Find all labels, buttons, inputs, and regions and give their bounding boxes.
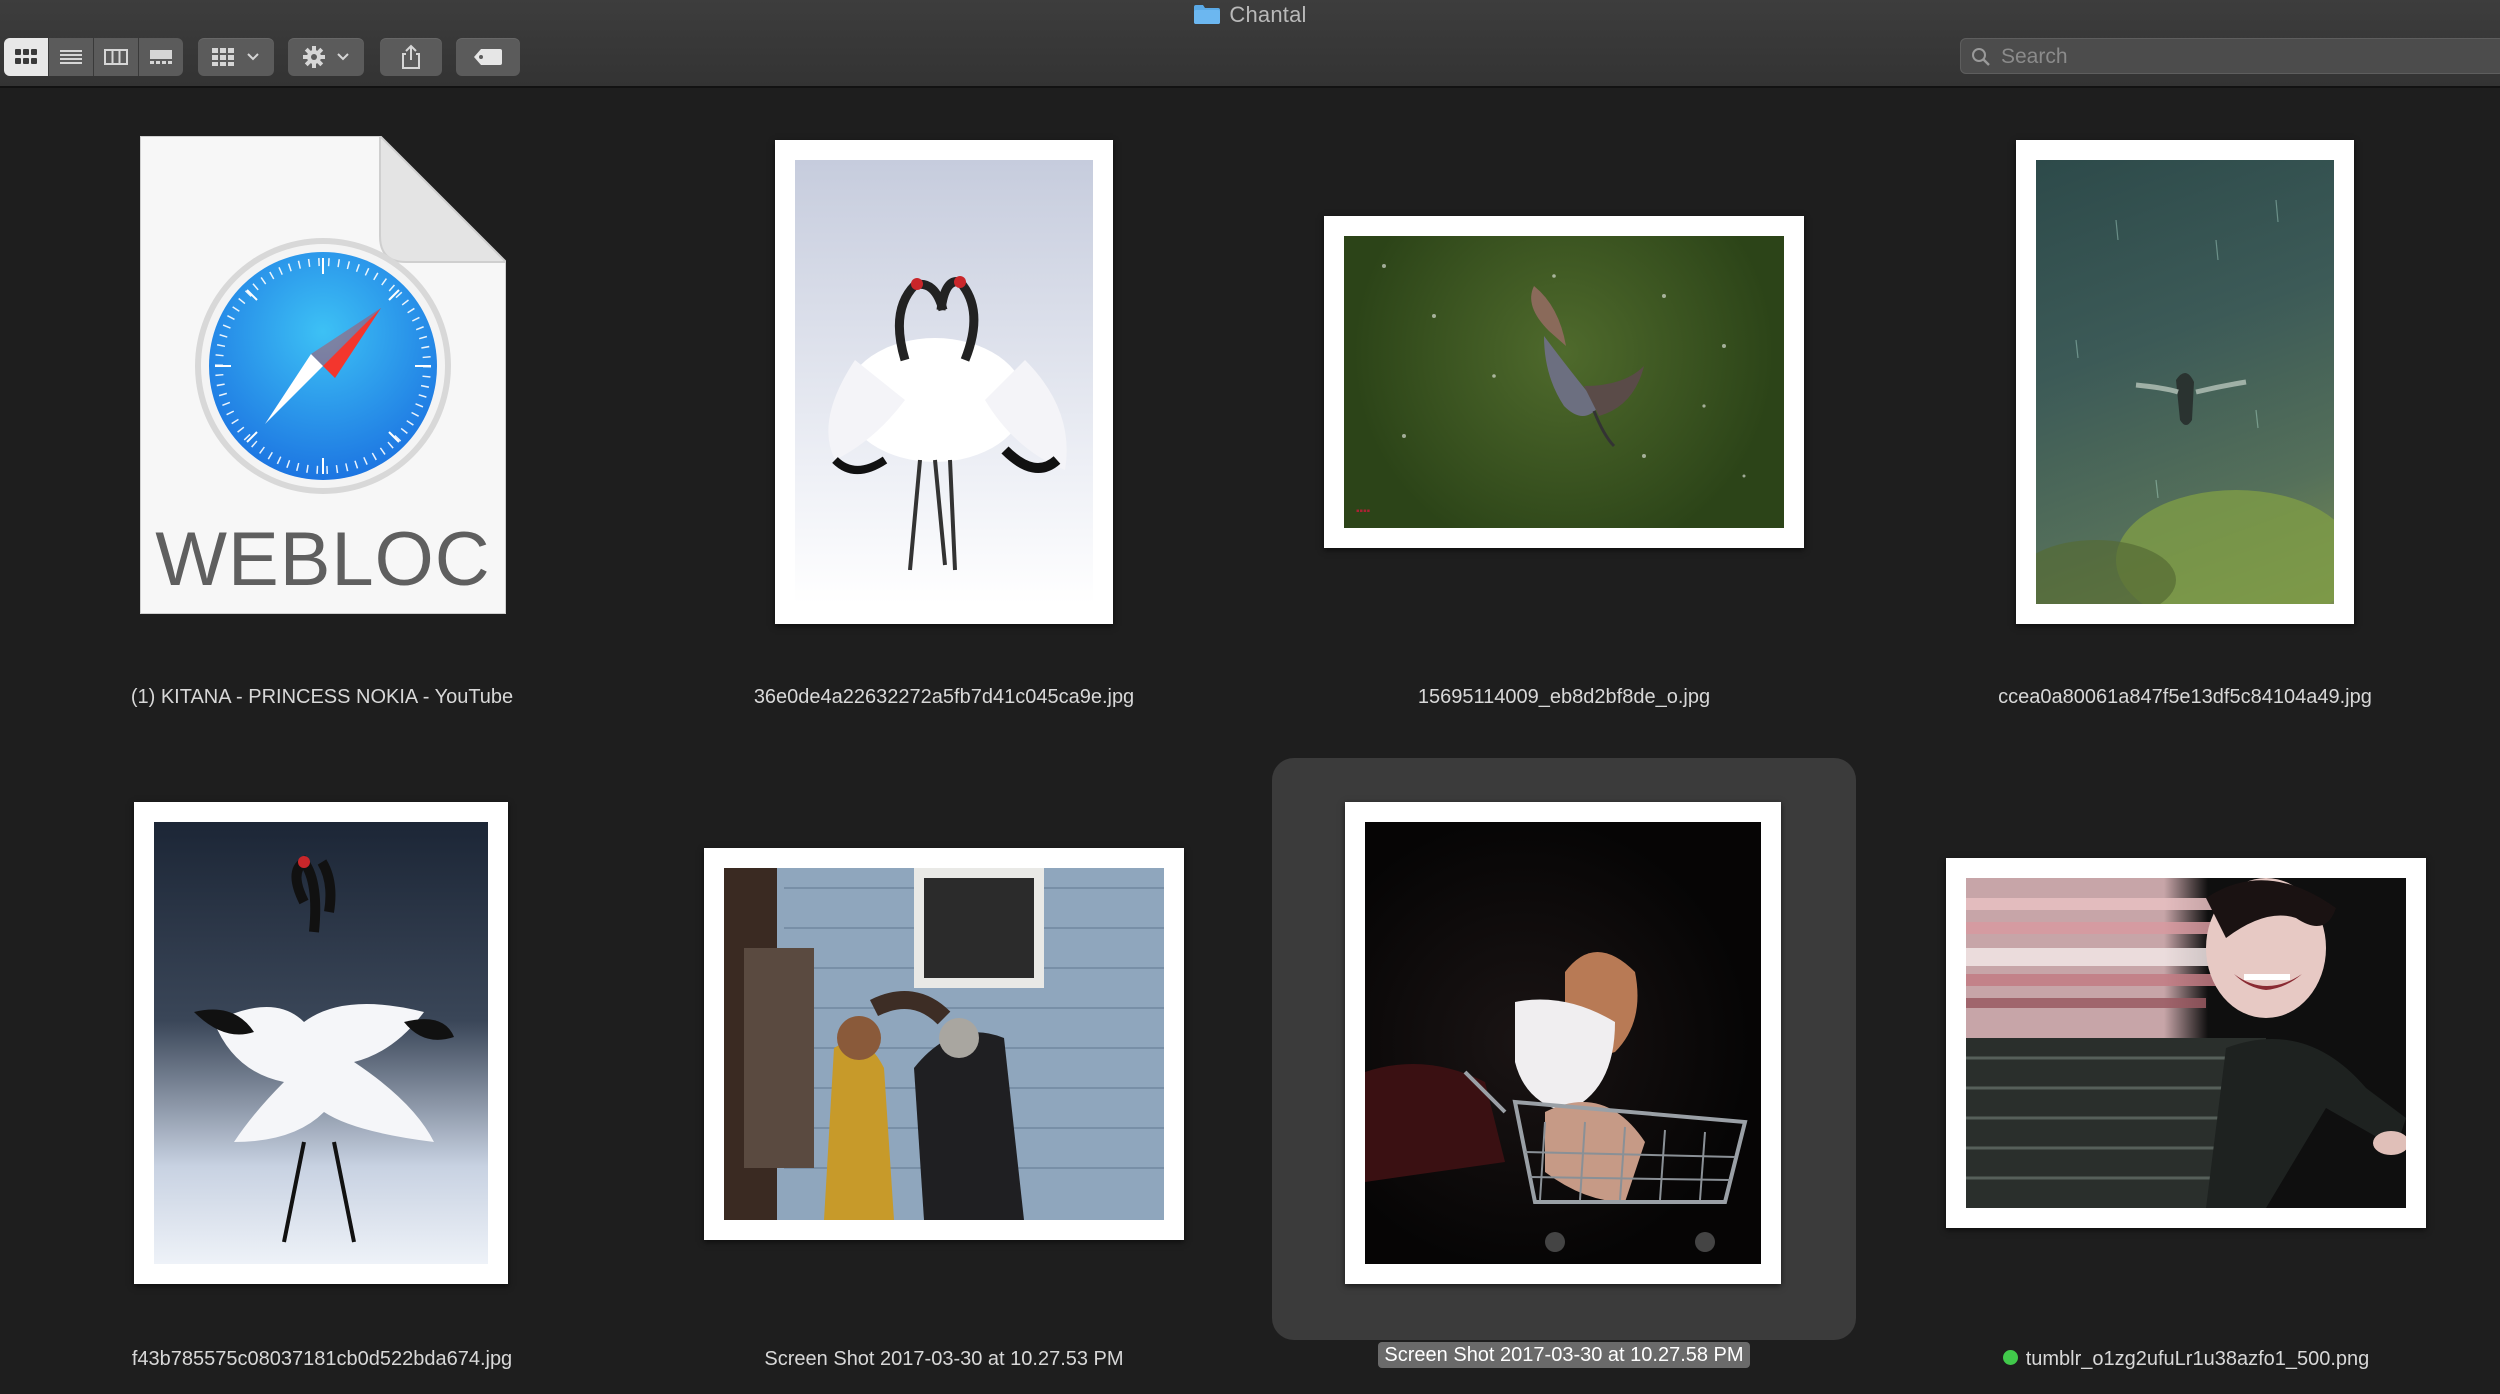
webloc-badge: WEBLOC <box>155 517 491 602</box>
search-input[interactable] <box>1999 41 2483 73</box>
folder-icon <box>1193 3 1221 31</box>
file-name-selected[interactable]: Screen Shot 2017-03-30 at 10.27.58 PM <box>1254 1342 1874 1368</box>
grid-group-icon <box>212 48 234 66</box>
gear-icon <box>303 46 325 68</box>
action-menu-button[interactable] <box>288 38 364 76</box>
window-title-text: Chantal <box>1229 2 1307 27</box>
image-thumbnail <box>775 140 1113 624</box>
list-view-icon <box>60 50 82 64</box>
file-name[interactable]: Screen Shot 2017-03-30 at 10.27.53 PM <box>634 1348 1254 1371</box>
file-name[interactable]: (1) KITANA - PRINCESS NOKIA - YouTube <box>12 686 632 709</box>
search-icon <box>1972 48 1990 66</box>
view-mode-segmented-control <box>4 38 183 76</box>
webloc-document-icon: WEBLOC <box>140 136 506 614</box>
file-name[interactable]: 36e0de4a22632272a5fb7d41c045ca9e.jpg <box>634 686 1254 709</box>
file-name[interactable]: ccea0a80061a847f5e13df5c84104a49.jpg <box>1875 686 2495 709</box>
gallery-view-button[interactable] <box>139 38 183 76</box>
image-thumbnail <box>1345 802 1781 1284</box>
green-tag-dot-icon <box>2002 1350 2018 1365</box>
column-view-icon <box>104 49 128 65</box>
share-button[interactable] <box>380 38 442 76</box>
safari-compass-icon <box>195 238 451 494</box>
group-by-button[interactable] <box>198 38 274 76</box>
search-field[interactable] <box>1960 38 2500 74</box>
file-name-row[interactable]: tumblr_o1zg2ufuLr1u38azfo1_500.png <box>1876 1348 2496 1371</box>
file-name[interactable]: tumblr_o1zg2ufuLr1u38azfo1_500.png <box>2026 1348 2370 1370</box>
share-icon <box>402 44 420 69</box>
chevron-down-icon <box>247 53 259 61</box>
image-thumbnail <box>704 848 1184 1240</box>
file-name[interactable]: Screen Shot 2017-03-30 at 10.27.58 PM <box>1378 1342 1750 1368</box>
icon-view-button[interactable] <box>4 38 49 76</box>
file-name[interactable]: 15695114009_eb8d2bf8de_o.jpg <box>1254 686 1874 709</box>
icon-view-icon <box>15 49 37 64</box>
svg-text:▪▪▪▪: ▪▪▪▪ <box>1356 506 1371 517</box>
toolbar: Chantal <box>0 0 2500 88</box>
image-thumbnail <box>1946 858 2426 1228</box>
file-name[interactable]: f43b785575c08037181cb0d522bda674.jpg <box>12 1348 632 1371</box>
column-view-button[interactable] <box>94 38 139 76</box>
chevron-down-icon <box>337 53 349 61</box>
image-thumbnail <box>134 802 508 1284</box>
image-thumbnail: ▪▪▪▪ <box>1324 216 1804 548</box>
tag-button[interactable] <box>456 38 520 76</box>
window-title: Chantal <box>0 2 2500 31</box>
image-thumbnail <box>2016 140 2354 624</box>
list-view-button[interactable] <box>49 38 94 76</box>
gallery-view-icon <box>150 50 172 64</box>
tag-icon <box>474 49 502 65</box>
